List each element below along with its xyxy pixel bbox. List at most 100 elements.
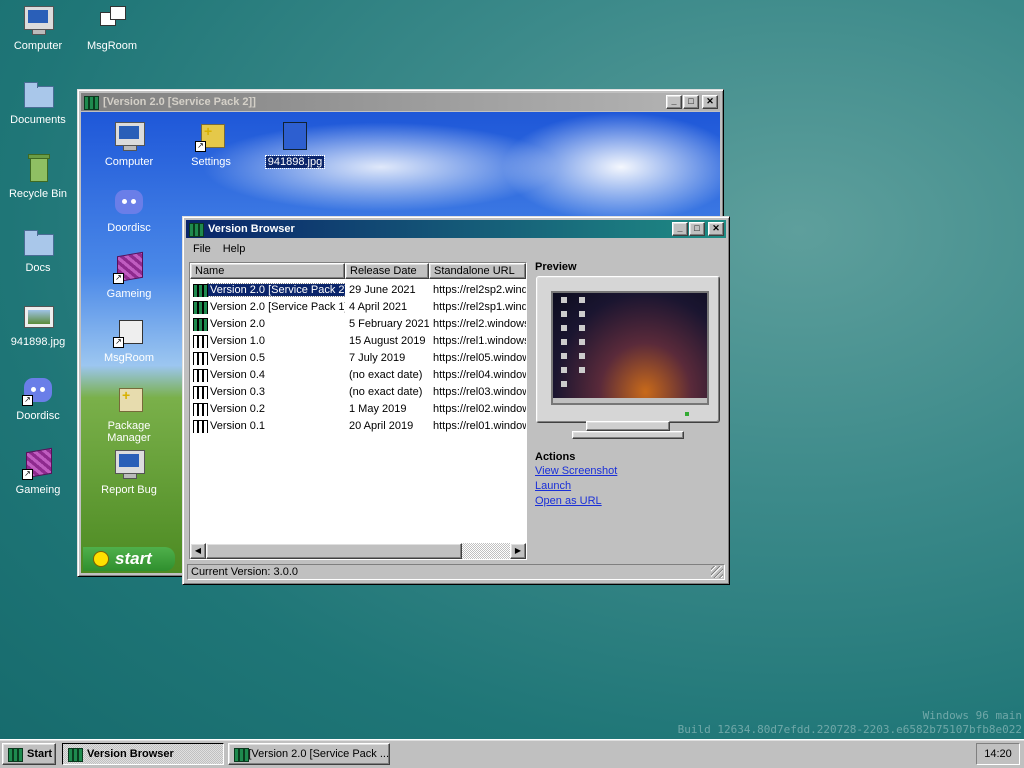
gameing-icon: ↗ [22, 447, 54, 480]
version-icon [192, 334, 208, 348]
msgroom-icon: ↗ [113, 316, 145, 348]
report-bug-icon [113, 448, 145, 480]
settings-icon: ↗ [195, 120, 227, 152]
version-icon [192, 300, 208, 314]
windows96-logo-icon [83, 95, 99, 110]
doordisc-icon: ↗ [22, 374, 54, 406]
maximize-button[interactable]: □ [683, 95, 699, 109]
desktop-icon-gameing[interactable]: ↗ Gameing [0, 447, 76, 496]
inner-icon-package-manager[interactable]: Package Manager [89, 384, 169, 444]
inner-icon-report-bug[interactable]: Report Bug [89, 448, 169, 496]
table-row[interactable]: Version 0.2 1 May 2019 https://rel02.win… [190, 400, 526, 417]
desktop-icon-recycle-bin[interactable]: Recycle Bin [0, 152, 76, 200]
image-file-icon [22, 300, 54, 332]
build-watermark-line1: Windows 96 main [922, 709, 1022, 722]
taskbar-item-version-browser[interactable]: Version Browser [62, 743, 224, 765]
open-as-url-link[interactable]: Open as URL [535, 495, 602, 507]
computer-icon [22, 4, 54, 36]
preview-monitor [536, 276, 720, 423]
list-rows: Version 2.0 [Service Pack 2] 29 June 202… [190, 281, 526, 434]
column-header-name[interactable]: Name [190, 263, 345, 279]
build-watermark-line2: Build 12634.80d7efdd.220728-2203.e6582b7… [677, 723, 1022, 736]
desktop-icon-computer[interactable]: Computer [0, 4, 76, 52]
smiley-icon [93, 551, 109, 567]
computer-icon [113, 120, 145, 152]
gameing-icon: ↗ [113, 251, 145, 284]
package-icon [113, 384, 145, 416]
start-button[interactable]: Start [2, 743, 56, 765]
version-icon [192, 419, 208, 433]
close-button[interactable]: ✕ [702, 95, 718, 109]
menu-help[interactable]: Help [217, 241, 252, 257]
menu-bar: File Help [187, 241, 251, 257]
taskbar: Start Version Browser [Version 2.0 [Serv… [0, 739, 1024, 768]
status-bar: Current Version: 3.0.0 [187, 564, 725, 580]
table-row[interactable]: Version 2.0 [Service Pack 1] 4 April 202… [190, 298, 526, 315]
version-browser-title: Version Browser [208, 223, 295, 235]
close-button[interactable]: ✕ [708, 222, 724, 236]
inner-icon-msgroom[interactable]: ↗ MsgRoom [89, 316, 169, 364]
version-icon [192, 385, 208, 399]
desktop-icon-image-file[interactable]: 941898.jpg [0, 300, 76, 348]
windows96-logo-icon [7, 747, 23, 762]
power-led-icon [685, 412, 689, 416]
recycle-bin-icon [22, 152, 54, 184]
windows96-logo-icon [233, 747, 249, 762]
view-screenshot-link[interactable]: View Screenshot [535, 465, 617, 477]
table-row[interactable]: Version 0.5 7 July 2019 https://rel05.wi… [190, 349, 526, 366]
resize-grip-icon[interactable] [711, 566, 723, 578]
inner-start-button[interactable]: start [83, 547, 175, 571]
scroll-right-button[interactable]: ▶ [510, 543, 526, 559]
bg-window-title: [Version 2.0 [Service Pack 2]] [103, 96, 256, 108]
scroll-track[interactable] [462, 543, 510, 559]
table-row[interactable]: Version 0.1 20 April 2019 https://rel01.… [190, 417, 526, 434]
table-row[interactable]: Version 1.0 15 August 2019 https://rel1.… [190, 332, 526, 349]
monitor-stand [586, 421, 670, 431]
scroll-left-button[interactable]: ◀ [190, 543, 206, 559]
inner-icon-image-file[interactable]: 941898.jpg [255, 120, 335, 169]
table-row[interactable]: Version 2.0 5 February 2021 https://rel2… [190, 315, 526, 332]
minimize-button[interactable]: _ [666, 95, 682, 109]
minimize-button[interactable]: _ [672, 222, 688, 236]
column-header-url[interactable]: Standalone URL [429, 263, 526, 279]
version-icon [192, 283, 208, 297]
windows96-logo-icon [188, 222, 204, 237]
table-row[interactable]: Version 0.4 (no exact date) https://rel0… [190, 366, 526, 383]
column-header-release-date[interactable]: Release Date [345, 263, 429, 279]
doordisc-icon [113, 186, 145, 218]
table-row[interactable]: Version 0.3 (no exact date) https://rel0… [190, 383, 526, 400]
version-icon [192, 402, 208, 416]
desktop-icon-documents[interactable]: Documents [0, 78, 76, 126]
maximize-button[interactable]: □ [689, 222, 705, 236]
inner-icon-gameing[interactable]: ↗ Gameing [89, 251, 169, 300]
preview-screenshot [551, 291, 709, 405]
scroll-thumb[interactable] [206, 543, 462, 559]
actions-heading: Actions [535, 451, 576, 463]
list-header: Name Release Date Standalone URL [190, 263, 526, 279]
version-browser-window[interactable]: Version Browser _ □ ✕ File Help Name Rel… [182, 216, 730, 585]
version-icon [192, 317, 208, 331]
inner-icon-computer[interactable]: Computer [89, 120, 169, 168]
taskbar-clock: 14:20 [976, 743, 1020, 765]
image-file-icon [279, 120, 311, 152]
version-list[interactable]: Name Release Date Standalone URL Version… [189, 262, 527, 560]
desktop-icon-doordisc[interactable]: ↗ Doordisc [0, 374, 76, 422]
menu-file[interactable]: File [187, 241, 217, 257]
windows96-logo-icon [67, 747, 83, 762]
bg-window-titlebar[interactable]: [Version 2.0 [Service Pack 2]] _ □ ✕ [81, 93, 720, 111]
folder-icon [22, 226, 54, 258]
table-row[interactable]: Version 2.0 [Service Pack 2] 29 June 202… [190, 281, 526, 298]
desktop-icon-msgroom[interactable]: MsgRoom [74, 4, 150, 52]
version-icon [192, 351, 208, 365]
inner-icon-settings[interactable]: ↗ Settings [171, 120, 251, 168]
taskbar-item-version-2-sp2[interactable]: [Version 2.0 [Service Pack ... [228, 743, 390, 765]
inner-icon-doordisc[interactable]: Doordisc [89, 186, 169, 234]
monitor-base [572, 431, 684, 439]
launch-link[interactable]: Launch [535, 480, 571, 492]
folder-icon [22, 78, 54, 110]
version-icon [192, 368, 208, 382]
desktop-icon-docs[interactable]: Docs [0, 226, 76, 274]
preview-heading: Preview [535, 261, 577, 273]
horizontal-scrollbar[interactable]: ◀ ▶ [190, 543, 526, 559]
version-browser-titlebar[interactable]: Version Browser _ □ ✕ [186, 220, 726, 238]
